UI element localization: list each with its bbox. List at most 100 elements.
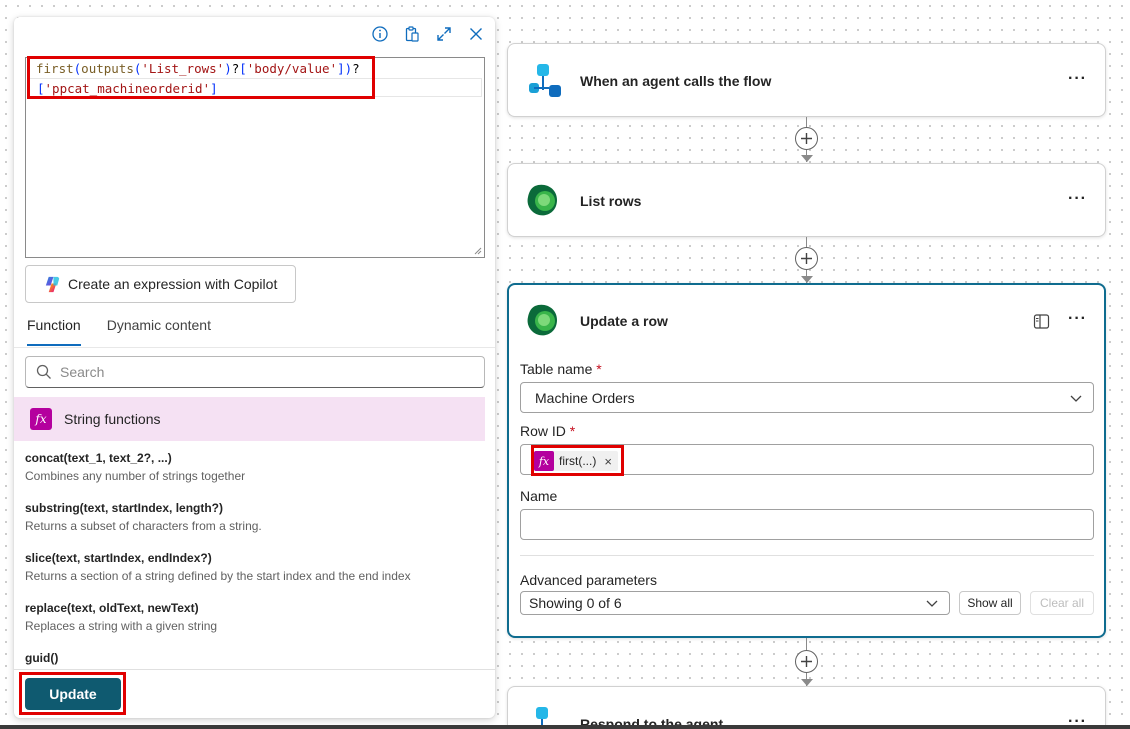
arrow-down-icon: [801, 155, 813, 162]
plus-icon: [801, 253, 812, 264]
tab-function[interactable]: Function: [27, 317, 81, 346]
function-signature: substring(text, startIndex, length?): [25, 501, 224, 515]
info-icon[interactable]: [371, 25, 389, 43]
add-step-button[interactable]: [795, 247, 818, 270]
dataverse-icon: [527, 184, 557, 216]
update-row-title: Update a row: [580, 313, 668, 329]
row-id-label-text: Row ID: [520, 423, 566, 439]
token-bracket: [: [239, 61, 247, 76]
arrow-down-icon: [801, 679, 813, 686]
agent-flow-icon: [536, 707, 548, 725]
plus-icon: [801, 656, 812, 667]
token-bracket: ]: [337, 61, 345, 76]
agent-flow-icon: [529, 64, 561, 97]
table-name-select[interactable]: Machine Orders: [520, 382, 1094, 413]
taskbar-edge: [0, 725, 1130, 729]
function-item[interactable]: concat(text_1, text_2?, ...) Combines an…: [25, 450, 485, 500]
function-search-input[interactable]: Search: [25, 356, 485, 388]
token-label: first(...): [559, 454, 597, 468]
copilot-button-label: Create an expression with Copilot: [68, 276, 278, 292]
clear-all-button[interactable]: Clear all: [1030, 591, 1094, 615]
respond-card[interactable]: Respond to the agent ···: [507, 686, 1106, 725]
row-id-expression-token[interactable]: fx first(...) ×: [534, 451, 618, 471]
token-bracket: ]: [210, 81, 218, 96]
token-paren: ): [224, 61, 232, 76]
category-label: String functions: [64, 411, 161, 427]
resize-grip-icon[interactable]: [473, 246, 482, 255]
function-description: Returns a subset of characters from a st…: [25, 519, 262, 533]
panel-toolbar: [371, 25, 485, 43]
trigger-card[interactable]: When an agent calls the flow ···: [507, 43, 1106, 117]
function-signature: slice(text, startIndex, endIndex?): [25, 551, 212, 565]
footer-divider: [14, 669, 495, 670]
show-all-button[interactable]: Show all: [959, 591, 1021, 615]
panel-tabs: Function Dynamic content: [27, 317, 211, 346]
function-signature: guid(): [25, 651, 59, 665]
expand-icon[interactable]: [435, 25, 453, 43]
expression-panel: first(outputs('List_rows')?['body/value'…: [14, 17, 495, 718]
plus-icon: [801, 133, 812, 144]
function-list: concat(text_1, text_2?, ...) Combines an…: [25, 450, 485, 700]
name-input[interactable]: [520, 509, 1094, 540]
more-options-icon[interactable]: ···: [1068, 190, 1087, 208]
token-string: 'ppcat_machineorderid': [44, 81, 211, 96]
function-description: Combines any number of strings together: [25, 469, 246, 483]
expression-editor[interactable]: first(outputs('List_rows')?['body/value'…: [25, 57, 485, 258]
token-fn-first: first: [36, 61, 74, 76]
trigger-title: When an agent calls the flow: [580, 73, 772, 89]
more-options-icon[interactable]: ···: [1068, 70, 1087, 88]
list-rows-card[interactable]: List rows ···: [507, 163, 1106, 237]
copilot-expression-button[interactable]: Create an expression with Copilot: [25, 265, 296, 303]
function-signature: replace(text, oldText, newText): [25, 601, 199, 615]
more-options-icon[interactable]: ···: [1068, 713, 1087, 725]
token-fn-outputs: outputs: [81, 61, 134, 76]
required-marker: *: [569, 423, 576, 439]
fx-icon: fx: [30, 408, 52, 430]
row-id-label: Row ID *: [520, 423, 575, 439]
tabs-divider: [14, 347, 495, 348]
table-name-label-text: Table name: [520, 361, 593, 377]
fx-icon: fx: [534, 451, 554, 471]
clipboard-icon[interactable]: [403, 25, 421, 43]
token-bracket: [: [37, 81, 45, 96]
respond-title: Respond to the agent: [580, 716, 724, 725]
table-name-label: Table name *: [520, 361, 602, 377]
function-item[interactable]: substring(text, startIndex, length?) Ret…: [25, 500, 485, 550]
search-icon: [36, 364, 51, 379]
row-id-input[interactable]: fx first(...) ×: [520, 444, 1094, 475]
panel-toggle-icon[interactable]: [1033, 313, 1050, 330]
function-item[interactable]: replace(text, oldText, newText) Replaces…: [25, 600, 485, 650]
advanced-parameters-select[interactable]: Showing 0 of 6: [520, 591, 950, 615]
update-row-card[interactable]: Update a row ··· Table name * Machine Or…: [507, 283, 1106, 638]
add-step-button[interactable]: [795, 650, 818, 673]
remove-token-icon[interactable]: ×: [604, 454, 612, 469]
table-name-value: Machine Orders: [535, 390, 635, 406]
token-string: 'List_rows': [141, 61, 225, 76]
advanced-parameters-value: Showing 0 of 6: [529, 595, 622, 611]
expression-line-1: first(outputs('List_rows')?['body/value'…: [26, 59, 484, 78]
dataverse-icon: [527, 304, 557, 336]
copilot-icon: [45, 276, 60, 292]
function-item[interactable]: slice(text, startIndex, endIndex?) Retur…: [25, 550, 485, 600]
add-step-button[interactable]: [795, 127, 818, 150]
chevron-down-icon: [926, 600, 938, 607]
category-string-functions[interactable]: fx String functions: [14, 397, 485, 441]
name-label: Name: [520, 488, 558, 504]
required-marker: *: [596, 361, 602, 377]
arrow-down-icon: [801, 276, 813, 283]
function-signature: concat(text_1, text_2?, ...): [25, 451, 172, 465]
close-icon[interactable]: [467, 25, 485, 43]
token-punc: ?: [352, 61, 360, 76]
advanced-divider: [520, 555, 1094, 556]
list-rows-title: List rows: [580, 193, 642, 209]
function-description: Replaces a string with a given string: [25, 619, 218, 633]
search-placeholder: Search: [60, 364, 105, 380]
tab-dynamic-content[interactable]: Dynamic content: [107, 317, 211, 346]
expression-line-2: ['ppcat_machineorderid']: [28, 78, 482, 97]
update-button[interactable]: Update: [25, 678, 121, 710]
token-string: 'body/value': [246, 61, 338, 76]
function-description: Returns a section of a string defined by…: [25, 569, 411, 583]
advanced-parameters-label: Advanced parameters: [520, 572, 657, 588]
chevron-down-icon: [1070, 395, 1082, 402]
more-options-icon[interactable]: ···: [1068, 310, 1087, 328]
